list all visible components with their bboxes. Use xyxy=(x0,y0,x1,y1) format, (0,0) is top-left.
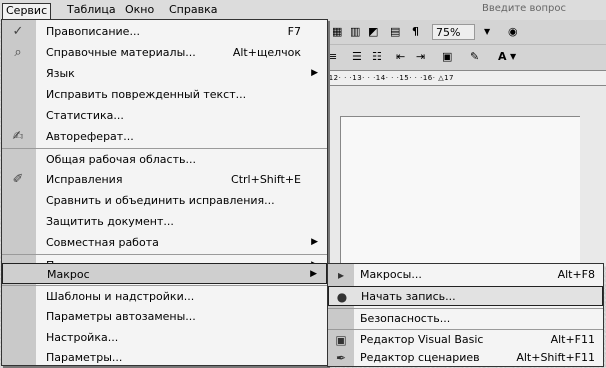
vb-editor-icon: ▣ xyxy=(335,333,347,347)
menu-service[interactable]: Сервис xyxy=(2,3,52,19)
spellcheck-icon: ✓ xyxy=(12,24,24,39)
menu-item-track-changes[interactable]: ✐ Исправления Ctrl+Shift+E xyxy=(2,169,327,190)
menu-item-customize[interactable]: Настройка... xyxy=(2,327,327,348)
menu-item-label: Исправить поврежденный текст... xyxy=(46,88,247,101)
help-icon[interactable]: ◉ xyxy=(508,24,518,40)
document-page[interactable] xyxy=(340,116,580,276)
columns-icon[interactable]: ▥ xyxy=(350,24,360,40)
menu-window[interactable]: Окно xyxy=(122,3,157,19)
menu-item-label: Макрос xyxy=(47,268,90,281)
line-spacing-icon[interactable]: ≡ xyxy=(328,49,337,65)
menu-item-label: Сравнить и объединить исправления... xyxy=(46,194,275,207)
record-icon: ● xyxy=(336,290,348,304)
submenu-arrow-icon: ▶ xyxy=(310,269,317,279)
menu-item-label: Правописание... xyxy=(46,25,140,38)
table-icon[interactable]: ▦ xyxy=(332,24,342,40)
numbering-icon[interactable]: ☰ xyxy=(352,49,362,65)
menu-item-shortcut: Ctrl+Shift+E xyxy=(231,173,301,186)
submenu-item-record[interactable]: ● Начать запись... xyxy=(328,286,603,306)
submenu-item-shortcut: Alt+Shift+F11 xyxy=(516,351,595,364)
menu-item-label: Общая рабочая область... xyxy=(46,153,196,166)
menu-item-label: Автореферат... xyxy=(46,130,134,143)
menu-item-label: Настройка... xyxy=(46,331,119,344)
menu-item-label: Параметры... xyxy=(46,351,123,364)
menu-item-macro[interactable]: Макрос ▶ xyxy=(2,263,327,284)
menu-table[interactable]: Таблица xyxy=(64,3,119,19)
menu-item-collaboration[interactable]: Совместная работа ▶ xyxy=(2,232,327,253)
submenu-item-label: Редактор Visual Basic xyxy=(360,333,484,346)
autosummary-icon: ✍ xyxy=(12,129,24,144)
menu-item-spelling[interactable]: ✓ Правописание... F7 xyxy=(2,21,327,42)
menu-item-autocorrect-options[interactable]: Параметры автозамены... xyxy=(2,306,327,327)
menu-item-compare-merge[interactable]: Сравнить и объединить исправления... xyxy=(2,190,327,211)
submenu-item-vb-editor[interactable]: ▣ Редактор Visual Basic Alt+F11 xyxy=(328,329,603,349)
menu-item-shortcut: Alt+щелчок xyxy=(232,46,301,59)
increase-indent-icon[interactable]: ⇥ xyxy=(416,49,425,65)
menu-item-autosummary[interactable]: ✍ Автореферат... xyxy=(2,126,327,147)
document-area xyxy=(320,86,606,276)
submenu-item-macros[interactable]: ▸ Макросы... Alt+F8 xyxy=(328,265,603,285)
standard-toolbar: ▦ ▥ ◩ ▤ ¶ 75% ▼ ◉ xyxy=(320,20,606,44)
menu-item-repair-text[interactable]: Исправить поврежденный текст... xyxy=(2,84,327,105)
border-icon[interactable]: ▣ xyxy=(442,49,452,65)
menu-item-label: Защитить документ... xyxy=(46,215,174,228)
menu-item-label: Параметры автозамены... xyxy=(46,310,196,323)
drawing-icon[interactable]: ◩ xyxy=(368,24,378,40)
macro-submenu: ▸ Макросы... Alt+F8 ● Начать запись... Б… xyxy=(327,263,604,367)
submenu-item-shortcut: Alt+F8 xyxy=(557,268,595,281)
submenu-arrow-icon: ▶ xyxy=(311,68,318,78)
menu-item-shortcut: F7 xyxy=(287,25,301,38)
decrease-indent-icon[interactable]: ⇤ xyxy=(396,49,405,65)
chevron-down-icon[interactable]: ▼ xyxy=(510,49,516,65)
chevron-down-icon[interactable]: ▼ xyxy=(484,24,490,40)
submenu-item-security[interactable]: Безопасность... xyxy=(328,308,603,328)
menu-item-statistics[interactable]: Статистика... xyxy=(2,105,327,126)
zoom-select[interactable]: 75% xyxy=(432,24,476,40)
menu-item-options[interactable]: Параметры... xyxy=(2,347,327,368)
script-editor-icon: ✒ xyxy=(335,351,347,365)
toolbar-area: ▦ ▥ ◩ ▤ ¶ 75% ▼ ◉ ≡ ☰ ☷ ⇤ ⇥ ▣ ✎ A ▼ xyxy=(320,20,606,70)
menu-item-label: Шаблоны и надстройки... xyxy=(46,290,195,303)
highlight-icon[interactable]: ✎ xyxy=(470,49,479,65)
font-color-icon[interactable]: A xyxy=(498,49,507,65)
menu-help[interactable]: Справка xyxy=(166,3,220,19)
menu-item-label: Статистика... xyxy=(46,109,124,122)
ruler: ·12· · ·13· · ·14· · ·15· · ·16· △17 xyxy=(320,70,606,86)
submenu-item-label: Редактор сценариев xyxy=(360,351,480,364)
help-question-input[interactable]: Введите вопрос xyxy=(482,2,602,16)
submenu-item-label: Начать запись... xyxy=(361,290,456,303)
track-changes-icon: ✐ xyxy=(12,172,24,187)
menu-bar: Сервис Таблица Окно Справка Введите вопр… xyxy=(0,0,606,20)
menu-item-label: Язык xyxy=(46,67,75,80)
research-icon: ⌕ xyxy=(14,45,22,60)
service-menu: ✓ Правописание... F7 ⌕ Справочные матери… xyxy=(1,19,328,366)
submenu-item-shortcut: Alt+F11 xyxy=(550,333,595,346)
menu-item-label: Справочные материалы... xyxy=(46,46,196,59)
macro-play-icon: ▸ xyxy=(337,268,345,282)
menu-item-label: Исправления xyxy=(46,173,123,186)
submenu-item-label: Макросы... xyxy=(360,268,422,281)
menu-item-protect-document[interactable]: Защитить документ... xyxy=(2,211,327,232)
menu-item-templates-addins[interactable]: Шаблоны и надстройки... xyxy=(2,285,327,306)
pilcrow-icon[interactable]: ¶ xyxy=(412,24,419,40)
menu-item-shared-workspace[interactable]: Общая рабочая область... xyxy=(2,148,327,169)
submenu-item-label: Безопасность... xyxy=(360,312,451,325)
submenu-arrow-icon: ▶ xyxy=(311,237,318,247)
bullets-icon[interactable]: ☷ xyxy=(372,49,382,65)
formatting-toolbar: ≡ ☰ ☷ ⇤ ⇥ ▣ ✎ A ▼ xyxy=(320,44,606,68)
menu-item-language[interactable]: Язык ▶ xyxy=(2,63,327,84)
menu-item-label: Совместная работа xyxy=(46,236,159,249)
menu-item-research[interactable]: ⌕ Справочные материалы... Alt+щелчок xyxy=(2,42,327,63)
submenu-item-script-editor[interactable]: ✒ Редактор сценариев Alt+Shift+F11 xyxy=(328,348,603,368)
doc-map-icon[interactable]: ▤ xyxy=(390,24,400,40)
